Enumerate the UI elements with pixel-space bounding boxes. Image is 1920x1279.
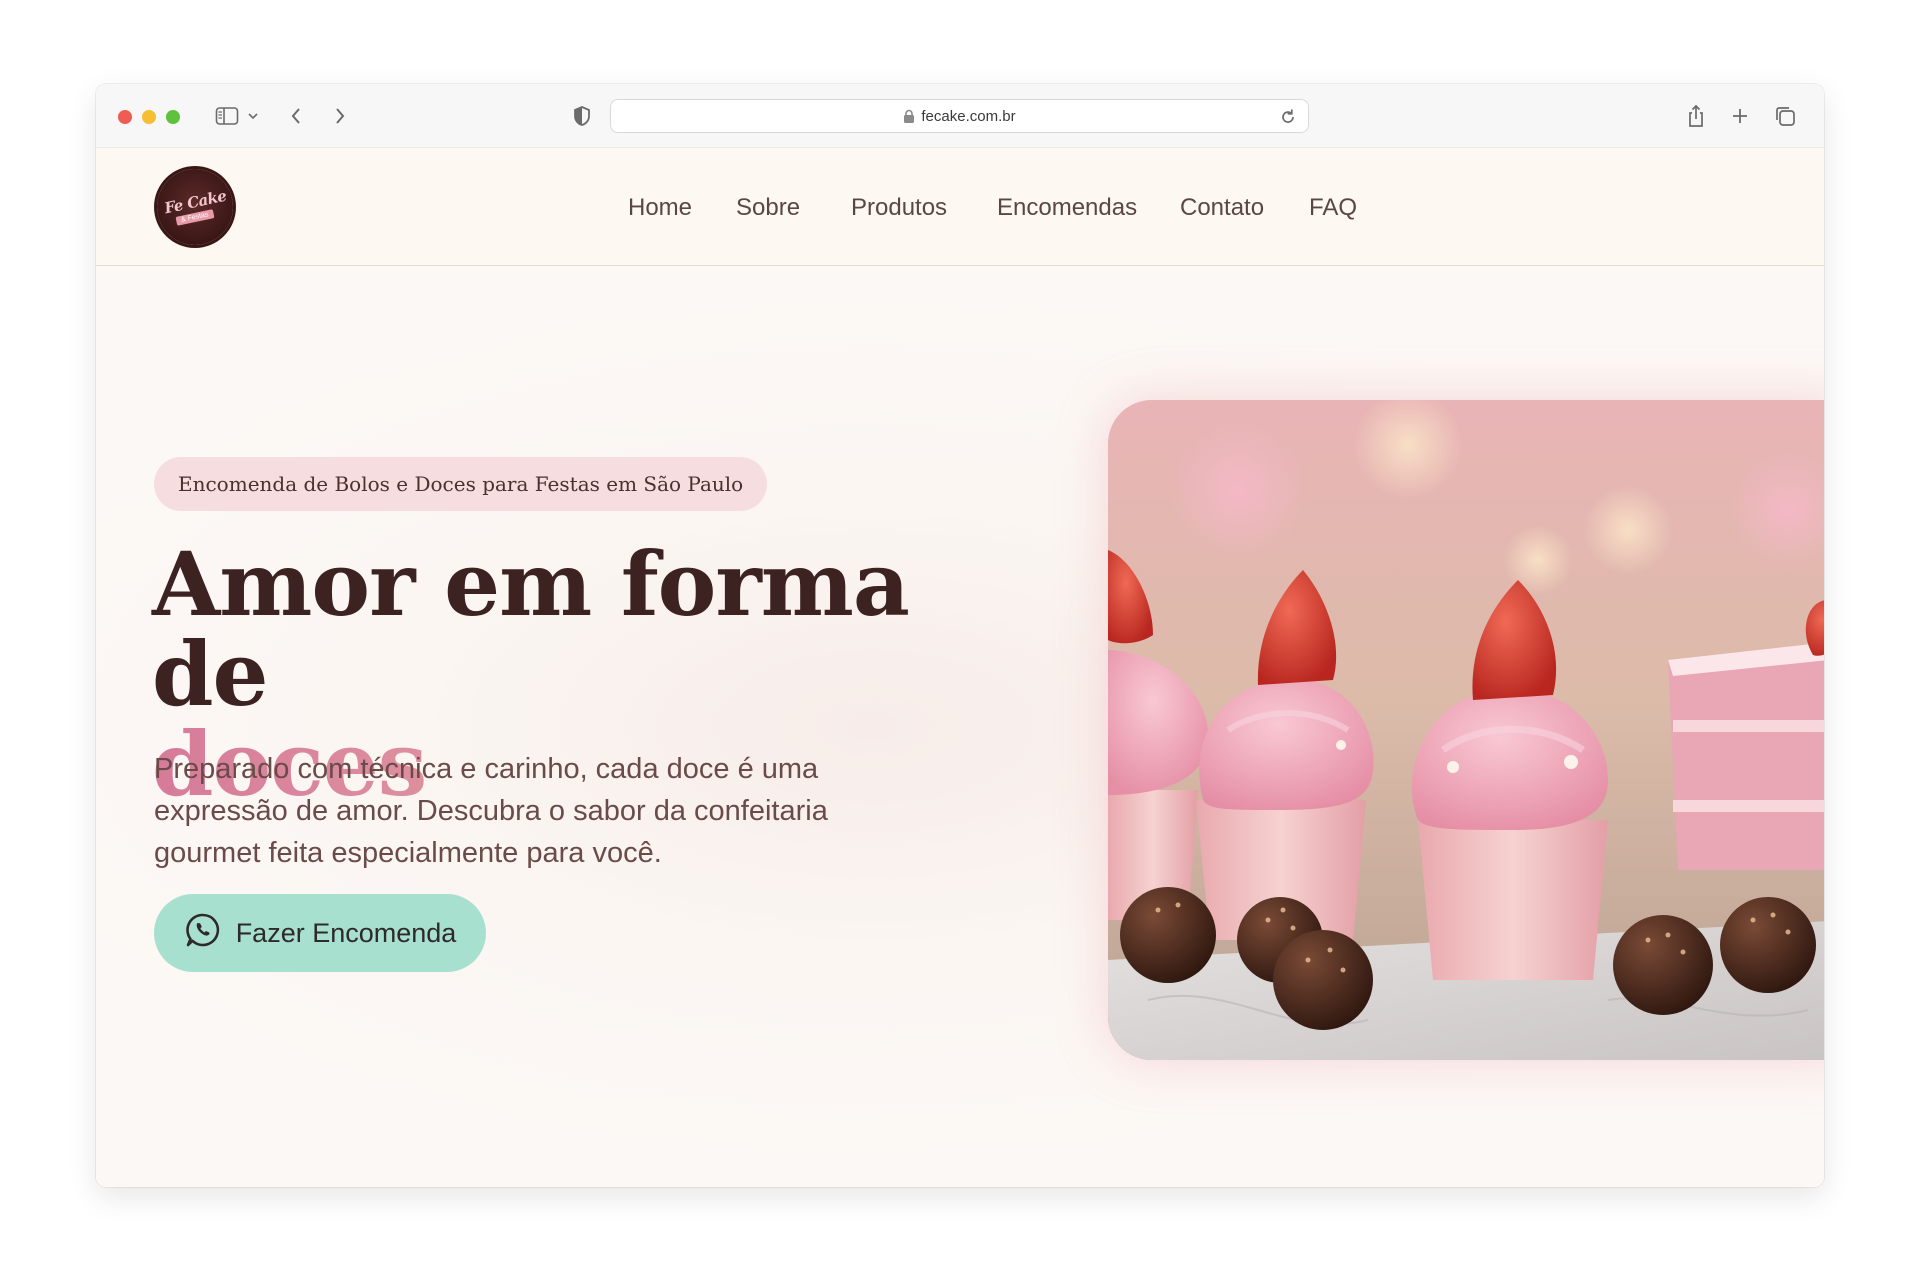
- address-bar[interactable]: fecake.com.br: [610, 99, 1309, 133]
- headline-main: Amor em forma de: [152, 532, 910, 726]
- url-text: fecake.com.br: [921, 107, 1016, 125]
- whatsapp-icon: [184, 911, 222, 956]
- hero-subtext: Preparado com técnica e carinho, cada do…: [154, 753, 828, 869]
- reload-icon[interactable]: [1278, 107, 1298, 127]
- lock-icon: [903, 109, 915, 123]
- forward-icon[interactable]: [332, 104, 348, 128]
- cupcakes-illustration: [1108, 400, 1824, 1060]
- sidebar-icon[interactable]: [214, 104, 240, 128]
- shield-icon[interactable]: [572, 104, 592, 128]
- nav-home[interactable]: Home: [628, 188, 692, 228]
- nav-faq[interactable]: FAQ: [1309, 188, 1357, 228]
- nav-encomendas[interactable]: Encomendas: [997, 188, 1137, 228]
- new-tab-icon[interactable]: [1730, 104, 1750, 128]
- site-header: Fe Cake & Festas Home Sobre Produtos Enc…: [96, 148, 1824, 266]
- zoom-window-button[interactable]: [166, 110, 180, 124]
- order-button[interactable]: Fazer Encomenda: [154, 894, 486, 972]
- hero-image: [1108, 400, 1824, 1060]
- browser-toolbar: fecake.com.br: [96, 84, 1824, 148]
- browser-window: fecake.com.br Fe Cake & Festas Home Sobr…: [96, 84, 1824, 1187]
- order-button-label: Fazer Encomenda: [235, 917, 457, 948]
- close-window-button[interactable]: [118, 110, 132, 124]
- hero-section: Encomenda de Bolos e Doces para Festas e…: [96, 267, 1824, 1187]
- share-icon[interactable]: [1686, 104, 1706, 128]
- nav-sobre[interactable]: Sobre: [736, 188, 800, 228]
- nav-contato[interactable]: Contato: [1180, 188, 1264, 228]
- main-nav: Home Sobre Produtos Encomendas Contato F…: [96, 188, 1824, 228]
- minimize-window-button[interactable]: [142, 110, 156, 124]
- chevron-down-icon[interactable]: [246, 104, 260, 128]
- tabs-overview-icon[interactable]: [1774, 104, 1796, 128]
- hero-badge: Encomenda de Bolos e Doces para Festas e…: [154, 457, 768, 511]
- back-icon[interactable]: [288, 104, 304, 128]
- nav-produtos[interactable]: Produtos: [851, 188, 947, 228]
